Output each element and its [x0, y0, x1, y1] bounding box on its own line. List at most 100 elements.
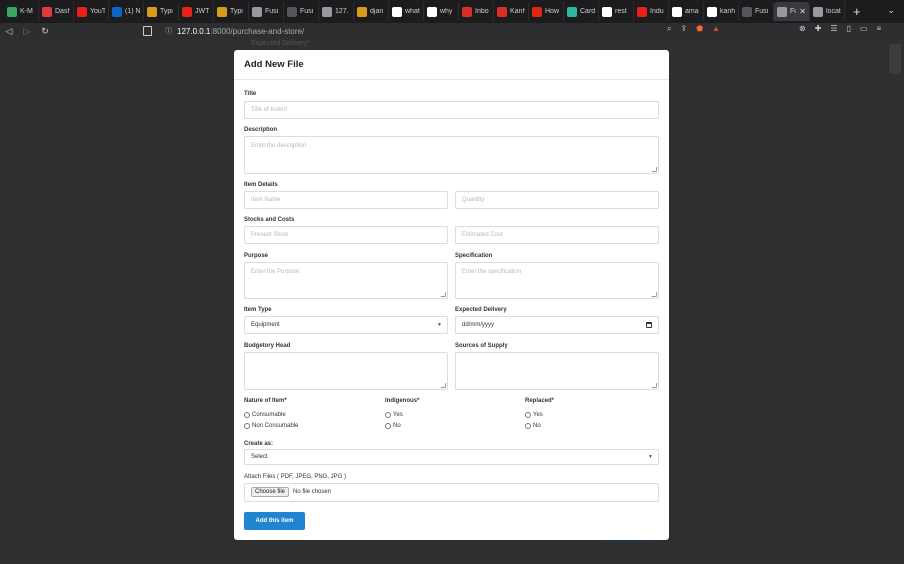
radio-circle[interactable] [244, 423, 250, 429]
forward-icon[interactable]: ▷ [18, 26, 36, 37]
browser-tab[interactable]: JWT [179, 2, 214, 21]
expected-delivery-value: dd/mm/yyyy [462, 322, 495, 328]
browser-tab[interactable]: Fu✕ [774, 2, 810, 21]
purpose-textarea[interactable]: Enter the Purpose [244, 262, 448, 299]
create-as-select[interactable]: Select ▼ [244, 449, 659, 465]
resize-handle-icon[interactable] [651, 383, 658, 388]
expected-delivery-input[interactable]: dd/mm/yyyy [455, 316, 659, 334]
zoom-icon[interactable]: ⌕ [667, 24, 671, 34]
browser-tab[interactable]: 127. [319, 2, 354, 21]
item-type-select[interactable]: Equipment ▼ [244, 316, 448, 334]
description-textarea[interactable]: Enter the description [244, 136, 659, 174]
bookmark-icon[interactable] [143, 26, 152, 36]
browser-tab[interactable]: Typi [214, 2, 249, 21]
browser-tab[interactable]: Inbo [459, 2, 494, 21]
item-name-input[interactable]: Item Name [244, 191, 448, 209]
resize-handle-icon[interactable] [651, 167, 658, 172]
nature-of-item-label: Nature of Item* [244, 398, 287, 404]
radio-label: Yes [533, 412, 543, 418]
radio-replaced-no[interactable]: No [525, 423, 541, 429]
choose-file-button[interactable]: Choose file [251, 487, 290, 497]
tab-title: Dash [55, 8, 70, 15]
browser-tab[interactable]: Fusi [249, 2, 284, 21]
back-icon[interactable]: ◁ [0, 26, 18, 37]
browser-tab-bar: K-M Dash YouT (1) N Typi JWT Typi Fusi Fusi 127. d… [0, 0, 904, 23]
title-input[interactable]: Title of Indent [244, 101, 659, 119]
specification-placeholder: Enter the specification [462, 269, 522, 275]
radio-circle[interactable] [385, 423, 391, 429]
browser-tab[interactable]: what [389, 2, 424, 21]
description-placeholder: Enter the description [251, 143, 307, 149]
radio-consumable[interactable]: Consumable [244, 412, 286, 418]
resize-handle-icon[interactable] [440, 292, 447, 297]
calendar-icon[interactable] [646, 322, 652, 328]
browser-tab[interactable]: Dash [39, 2, 74, 21]
radio-circle[interactable] [525, 412, 531, 418]
radio-non-consumable[interactable]: Non Consumable [244, 423, 298, 429]
tab-favicon-icon [392, 6, 402, 17]
tab-list-chevron-icon[interactable]: ⌄ [887, 5, 895, 16]
browser-tab[interactable]: djan [354, 2, 389, 21]
sources-supply-label: Sources of Supply [455, 343, 508, 349]
browser-tab[interactable]: YouT [74, 2, 109, 21]
url-host: 127.0.0.1 [177, 26, 211, 36]
tab-favicon-icon [497, 6, 507, 17]
url-path: :8000/purchase-and-store/ [210, 26, 305, 36]
tab-title: Indu [650, 8, 664, 15]
browser-tab[interactable]: Card [564, 2, 599, 21]
browser-tab[interactable]: locat [810, 2, 845, 21]
browser-tab[interactable]: ama [669, 2, 704, 21]
playlist-icon[interactable]: ☰ [830, 24, 837, 33]
tab-title: Fusi [265, 8, 279, 15]
radio-circle[interactable] [244, 412, 250, 418]
present-stock-input[interactable]: Present Stock [244, 226, 448, 244]
browser-tab[interactable]: Typi [144, 2, 179, 21]
browser-tab[interactable]: Fusi [739, 2, 774, 21]
browser-tab[interactable]: Kanh [494, 2, 529, 21]
browser-tab[interactable]: Fusi [284, 2, 319, 21]
sources-supply-textarea[interactable] [455, 352, 659, 390]
resize-handle-icon[interactable] [440, 383, 447, 388]
sidebar-icon[interactable]: ▯ [847, 24, 851, 33]
radio-indigenous-yes[interactable]: Yes [385, 412, 403, 418]
browser-tab[interactable]: K-M [4, 2, 39, 21]
tab-favicon-icon [182, 6, 192, 17]
share-icon[interactable]: ⇪ [680, 24, 687, 34]
tab-title: Inbo [475, 8, 489, 15]
browser-tab[interactable]: (1) N [109, 2, 144, 21]
tab-title: Fusi [755, 8, 769, 15]
tab-favicon-icon [252, 6, 262, 17]
radio-replaced-yes[interactable]: Yes [525, 412, 543, 418]
browser-tab[interactable]: How [529, 2, 564, 21]
new-tab-button[interactable]: + [853, 4, 861, 19]
tab-title: 127. [335, 8, 349, 15]
extensions-icon[interactable]: ✚ [815, 24, 822, 33]
budgetory-head-textarea[interactable] [244, 352, 448, 390]
radio-indigenous-no[interactable]: No [385, 423, 401, 429]
specification-textarea[interactable]: Enter the specification [455, 262, 659, 299]
tab-close-icon[interactable]: ✕ [799, 7, 806, 16]
radio-circle[interactable] [385, 412, 391, 418]
browser-tab[interactable]: why [424, 2, 459, 21]
resize-handle-icon[interactable] [651, 292, 658, 297]
radio-circle[interactable] [525, 423, 531, 429]
address-bar[interactable]: ⓘ 127.0.0.1 :8000/purchase-and-store/ [165, 24, 725, 38]
brave-shield-icon[interactable]: ⬟ [696, 24, 703, 34]
menu-icon[interactable]: ≡ [877, 24, 882, 33]
tab-favicon-icon [287, 6, 297, 17]
wallet-icon[interactable]: ⊗ [799, 24, 806, 33]
reload-icon[interactable]: ↻ [36, 26, 54, 37]
present-stock-placeholder: Present Stock [251, 232, 289, 238]
browser-tab[interactable]: Indu [634, 2, 669, 21]
tab-favicon-icon [637, 6, 647, 17]
tab-favicon-icon [7, 6, 17, 17]
quantity-input[interactable]: Quantity [455, 191, 659, 209]
estimated-cost-input[interactable]: Estimated Cost [455, 226, 659, 244]
add-item-button[interactable]: Add this item [244, 512, 305, 530]
browser-tab[interactable]: rest [599, 2, 634, 21]
tab-favicon-icon [427, 6, 437, 17]
browser-tab[interactable]: kanh [704, 2, 739, 21]
brave-rewards-icon[interactable]: ▲ [712, 24, 720, 34]
tab-title: JWT [195, 8, 210, 15]
wallet-card-icon[interactable]: ▭ [860, 24, 868, 33]
